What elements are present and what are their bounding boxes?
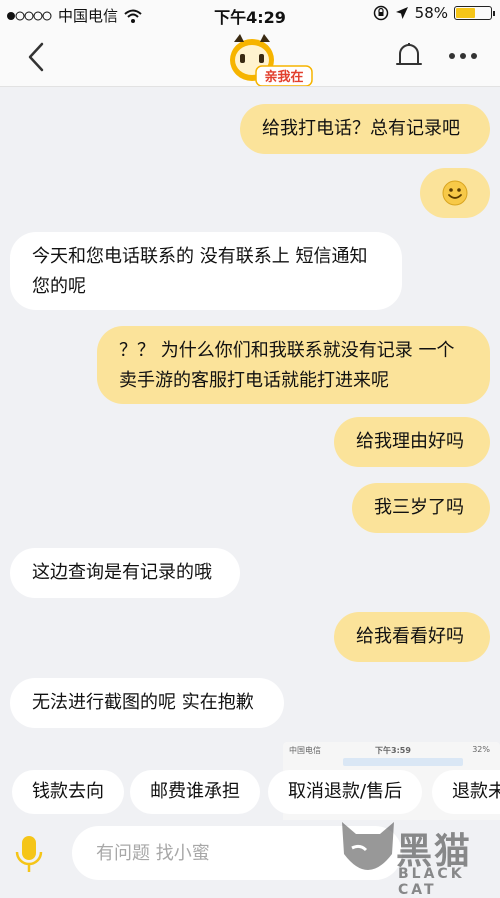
quick-reply-chip[interactable]: 取消退款/售后: [268, 770, 423, 814]
bell-icon[interactable]: [394, 40, 424, 72]
battery-icon: [454, 6, 495, 20]
message-text: 给我看看好吗: [356, 626, 464, 647]
message-text: 给我理由好吗: [356, 431, 464, 452]
message-bubble-received[interactable]: 无法进行截图的呢 实在抱歉: [10, 678, 284, 728]
status-right: 58%: [373, 4, 495, 22]
black-cat-logo-icon: [342, 822, 394, 870]
quick-reply-chip[interactable]: 邮费谁承担: [130, 770, 260, 814]
thumb-time: 下午3:59: [375, 746, 411, 755]
message-bubble-sent[interactable]: ？？ 为什么你们和我联系就没有记录 一个卖手游的客服打电话就能打进来呢: [97, 326, 490, 404]
watermark: 黑猫 BLACK CAT: [330, 820, 500, 898]
message-text: 这边查询是有记录的哦: [32, 562, 212, 583]
message-text: 我三岁了吗: [374, 497, 464, 518]
battery-fill: [456, 8, 476, 18]
more-icon[interactable]: [446, 46, 480, 66]
nav-bar: 亲我在: [0, 28, 500, 87]
thumb-battery: 32%: [472, 745, 490, 754]
quick-reply-chip[interactable]: 钱款去向: [12, 770, 124, 814]
message-bubble-sent[interactable]: 我三岁了吗: [352, 483, 490, 533]
thumb-tab-bar: [343, 758, 463, 766]
status-bar: 中国电信 下午4:29 58%: [0, 0, 500, 28]
message-bubble-received[interactable]: 今天和您电话联系的 没有联系上 短信通知您的呢: [10, 232, 402, 310]
message-bubble-sent[interactable]: 给我理由好吗: [334, 417, 490, 467]
watermark-subtext: BLACK CAT: [398, 866, 465, 898]
message-bubble-sent[interactable]: 给我打电话？总有记录吧: [240, 104, 490, 154]
owl-logo-icon: 亲我在: [230, 34, 313, 87]
rotation-lock-icon: [373, 5, 388, 21]
quick-reply-chip[interactable]: 退款未: [432, 770, 500, 814]
message-bubble-received[interactable]: 这边查询是有记录的哦: [10, 548, 240, 598]
microphone-icon[interactable]: [12, 834, 46, 874]
message-bubble-sent[interactable]: [420, 168, 490, 218]
battery-percent: 58%: [414, 4, 448, 22]
quick-reply-bar: 钱款去向 邮费谁承担 取消退款/售后 退款未: [0, 766, 500, 820]
thumb-carrier: 中国电信: [289, 746, 321, 755]
app-logo: 亲我在: [226, 30, 316, 87]
logo-text: 亲我在: [264, 69, 303, 85]
chat-area[interactable]: 给我打电话？总有记录吧 今天和您电话联系的 没有联系上 短信通知您的呢 ？？ 为…: [0, 86, 500, 766]
back-icon[interactable]: [20, 40, 54, 74]
message-text: 无法进行截图的呢 实在抱歉: [32, 692, 254, 713]
message-text: ？？ 为什么你们和我联系就没有记录 一个卖手游的客服打电话就能打进来呢: [119, 340, 455, 391]
location-icon: [395, 7, 408, 19]
message-text: 给我打电话？总有记录吧: [262, 118, 460, 139]
smile-emoji-icon: [442, 180, 468, 206]
message-text: 今天和您电话联系的 没有联系上 短信通知您的呢: [32, 246, 368, 297]
message-bubble-sent[interactable]: 给我看看好吗: [334, 612, 490, 662]
